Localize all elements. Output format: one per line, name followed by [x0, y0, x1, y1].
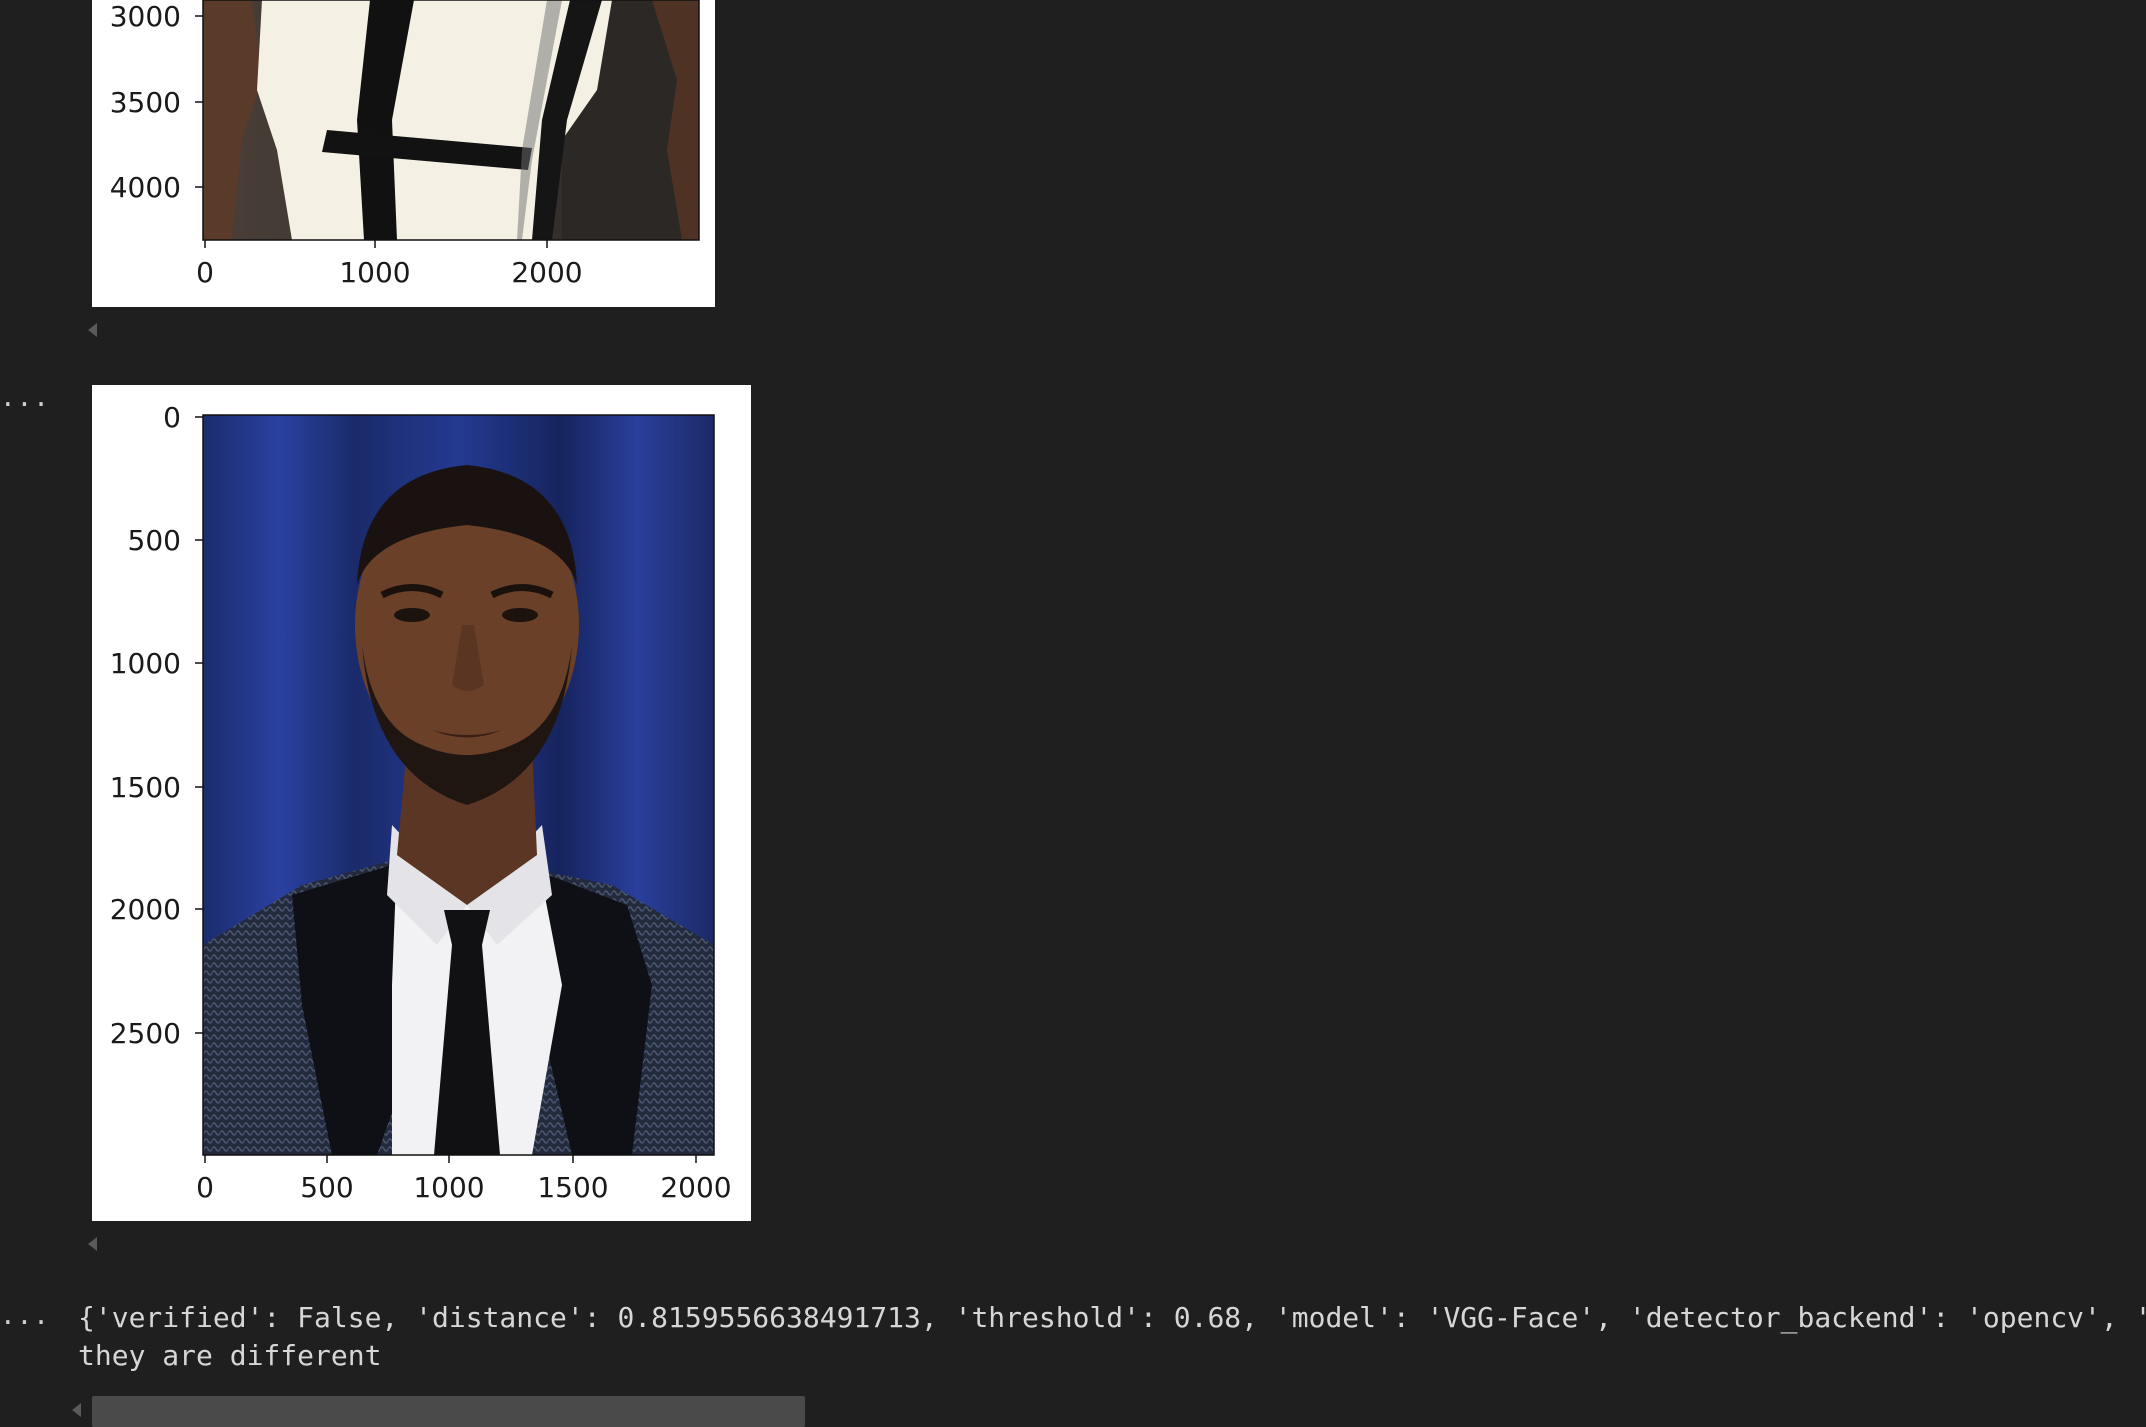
figure-2-y-tick-label: 0 [163, 401, 181, 434]
figure-2-image [202, 414, 715, 1156]
output-line-result-dict: {'verified': False, 'distance': 0.815955… [78, 1301, 2146, 1334]
output-line-message: they are different [78, 1339, 382, 1372]
figure-1-y-axis: 3000 3500 4000 [110, 0, 203, 204]
figure-2-x-tick-label: 1500 [537, 1171, 608, 1204]
scroll-left-arrow-icon[interactable] [72, 1403, 81, 1417]
figure-2-y-tick-label: 2000 [110, 893, 181, 926]
output-collapse-marker[interactable]: ... [0, 1303, 50, 1329]
figure-2-y-tick-label: 500 [128, 524, 181, 557]
figure-1-x-tick-label: 0 [196, 256, 214, 289]
figure-2-x-tick-label: 0 [196, 1171, 214, 1204]
figure-1-x-tick-label: 1000 [339, 256, 410, 289]
figure-1-x-axis: 0 1000 2000 [196, 240, 583, 289]
scroll-left-arrow-icon[interactable] [88, 323, 97, 337]
figure-2-x-tick-label: 1000 [413, 1171, 484, 1204]
figure-2-svg: 0 500 1000 1500 2000 2500 0 500 1000 150… [110, 401, 732, 1204]
figure-2-x-tick-label: 2000 [660, 1171, 731, 1204]
figure-2-x-axis: 0 500 1000 1500 2000 [196, 1155, 732, 1204]
figure-2-x-tick-label: 500 [300, 1171, 353, 1204]
figure-1-x-tick-label: 2000 [511, 256, 582, 289]
output-collapse-marker[interactable]: ... [0, 385, 50, 411]
figure-1-y-tick-label: 4000 [110, 171, 181, 204]
figure-2-y-tick-label: 1000 [110, 647, 181, 680]
figure-1-y-tick-label: 3000 [110, 0, 181, 33]
figure-1-plot: 3000 3500 4000 0 1000 2000 [92, 0, 715, 307]
figure-2-y-tick-label: 2500 [110, 1017, 181, 1050]
horizontal-scrollbar-thumb[interactable] [92, 1396, 805, 1427]
figure-1-svg: 3000 3500 4000 0 1000 2000 [110, 0, 700, 289]
figure-1-y-tick-label: 3500 [110, 86, 181, 119]
figure-1-image [202, 0, 700, 241]
figure-2-y-axis: 0 500 1000 1500 2000 2500 [110, 401, 203, 1050]
figure-2-y-tick-label: 1500 [110, 771, 181, 804]
figure-2-plot: 0 500 1000 1500 2000 2500 0 500 1000 150… [92, 385, 751, 1221]
scroll-left-arrow-icon[interactable] [88, 1237, 97, 1251]
